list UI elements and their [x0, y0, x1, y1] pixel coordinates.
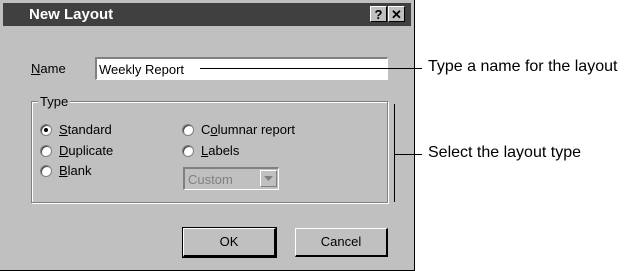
blank-label[interactable]: Blank — [59, 163, 92, 178]
columnar-report-radio[interactable] — [182, 124, 194, 136]
labels-label[interactable]: Labels — [201, 143, 239, 158]
type-annotation: Select the layout type — [428, 144, 581, 161]
new-layout-dialog: New Layout ? ✕ Name Weekly Report Type S… — [0, 0, 415, 271]
radio-selected-dot — [44, 128, 48, 132]
cancel-button[interactable]: Cancel — [295, 228, 388, 257]
labels-rest: abels — [208, 143, 240, 158]
columnar-report-label[interactable]: Columnar report — [201, 122, 295, 137]
duplicate-radio[interactable] — [40, 145, 52, 157]
label-format-value: Custom — [188, 172, 233, 187]
columnar-accel: o — [210, 122, 218, 137]
standard-rest: tandard — [67, 122, 112, 137]
help-button[interactable]: ? — [370, 6, 387, 22]
standard-radio[interactable] — [40, 124, 52, 136]
columnar-rest: lumnar report — [217, 122, 295, 137]
labels-radio[interactable] — [182, 145, 194, 157]
title-bar[interactable]: New Layout ? ✕ — [3, 3, 411, 26]
close-button[interactable]: ✕ — [388, 6, 405, 22]
chevron-down-icon — [260, 170, 277, 187]
blank-accel: B — [59, 163, 68, 178]
duplicate-rest: uplicate — [68, 143, 114, 158]
duplicate-label[interactable]: Duplicate — [59, 143, 113, 158]
name-annotation: Type a name for the layout — [428, 58, 618, 75]
name-label-rest: ame — [40, 61, 66, 76]
blank-radio[interactable] — [40, 165, 52, 177]
standard-accel: S — [59, 122, 68, 137]
type-callout-line — [394, 154, 422, 155]
name-label-accel: N — [31, 61, 41, 76]
dialog-title: New Layout — [29, 6, 114, 23]
label-format-dropdown: Custom — [183, 167, 279, 190]
name-label: Name — [31, 61, 66, 76]
blank-rest: lank — [67, 163, 92, 178]
type-callout-bracket — [394, 104, 395, 202]
ok-button[interactable]: OK — [182, 227, 277, 258]
type-group-label: Type — [38, 94, 71, 109]
name-callout-line — [200, 68, 422, 69]
duplicate-accel: D — [59, 143, 69, 158]
columnar-pre: C — [201, 122, 211, 137]
standard-label[interactable]: Standard — [59, 122, 112, 137]
